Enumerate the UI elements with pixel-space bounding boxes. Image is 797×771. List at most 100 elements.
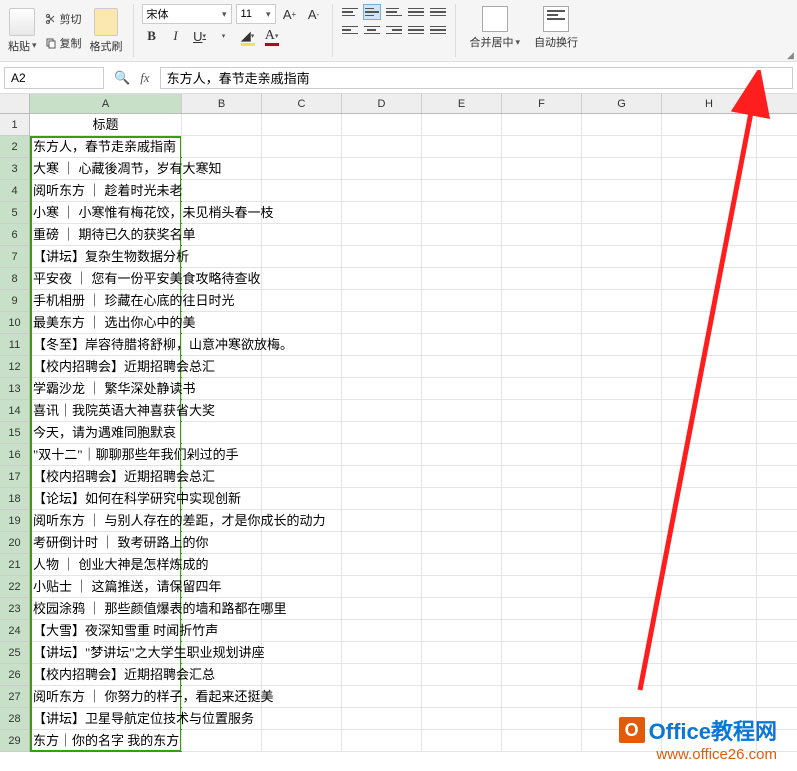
cell[interactable] (582, 598, 662, 619)
cell[interactable] (342, 642, 422, 663)
cell[interactable] (342, 114, 422, 135)
cell[interactable] (502, 686, 582, 707)
cell[interactable] (582, 466, 662, 487)
cell[interactable] (582, 532, 662, 553)
cell[interactable] (342, 576, 422, 597)
column-header[interactable]: D (342, 94, 422, 113)
cell[interactable] (262, 488, 342, 509)
cell[interactable] (502, 510, 582, 531)
cell[interactable]: 最美东方 ｜ 选出你心中的美 (30, 312, 182, 333)
cell[interactable] (582, 400, 662, 421)
fill-color-button[interactable]: ◢▾ (238, 26, 258, 46)
row-header[interactable]: 25 (0, 642, 29, 664)
cell[interactable] (662, 554, 757, 575)
cell[interactable] (342, 246, 422, 267)
row-header[interactable]: 26 (0, 664, 29, 686)
row-header[interactable]: 10 (0, 312, 29, 334)
cell[interactable] (342, 224, 422, 245)
cell[interactable] (662, 664, 757, 685)
cell[interactable] (422, 466, 502, 487)
cell[interactable] (342, 708, 422, 729)
row-header[interactable]: 17 (0, 466, 29, 488)
cell[interactable]: 【校内招聘会】近期招聘会汇总 (30, 664, 182, 685)
row-header[interactable]: 20 (0, 532, 29, 554)
cell[interactable] (262, 422, 342, 443)
italic-button[interactable]: I (166, 26, 186, 46)
cell[interactable] (262, 312, 342, 333)
cell[interactable] (662, 378, 757, 399)
cell[interactable] (422, 686, 502, 707)
cell[interactable] (662, 202, 757, 223)
cell[interactable]: 【讲坛】卫星导航定位技术与位置服务 (30, 708, 182, 729)
cell[interactable] (582, 334, 662, 355)
cell[interactable] (422, 290, 502, 311)
column-header[interactable]: F (502, 94, 582, 113)
search-icon[interactable]: 🔍 (114, 70, 130, 86)
merge-center-button[interactable]: 合并居中▾ (464, 4, 527, 57)
cell[interactable]: 【讲坛】"梦讲坛"之大学生职业规划讲座 (30, 642, 182, 663)
cell[interactable] (582, 642, 662, 663)
cell[interactable] (262, 180, 342, 201)
cell[interactable] (582, 268, 662, 289)
cell[interactable] (342, 444, 422, 465)
cell[interactable] (502, 466, 582, 487)
cell[interactable] (502, 598, 582, 619)
cell[interactable] (422, 708, 502, 729)
cell[interactable] (182, 246, 262, 267)
cell[interactable] (422, 334, 502, 355)
cell[interactable] (662, 488, 757, 509)
cell[interactable] (662, 532, 757, 553)
cell[interactable] (342, 378, 422, 399)
row-header[interactable]: 7 (0, 246, 29, 268)
cell[interactable] (262, 554, 342, 575)
cell[interactable] (262, 378, 342, 399)
cell[interactable]: 校园涂鸦 ｜ 那些颜值爆表的墙和路都在哪里 (30, 598, 182, 619)
cell[interactable]: 小寒 ｜ 小寒惟有梅花饺，未见梢头春一枝 (30, 202, 182, 223)
cell[interactable]: 阅听东方 ｜ 与别人存在的差距，才是你成长的动力 (30, 510, 182, 531)
cell[interactable] (422, 598, 502, 619)
cell[interactable] (582, 554, 662, 575)
cell[interactable] (502, 180, 582, 201)
bold-button[interactable]: B (142, 26, 162, 46)
cell[interactable] (182, 180, 262, 201)
cell[interactable] (582, 664, 662, 685)
cell[interactable] (422, 642, 502, 663)
cell[interactable] (262, 290, 342, 311)
cell[interactable] (502, 378, 582, 399)
row-header[interactable]: 6 (0, 224, 29, 246)
column-header[interactable]: B (182, 94, 262, 113)
cell[interactable] (422, 422, 502, 443)
cell[interactable] (502, 202, 582, 223)
cell[interactable] (422, 378, 502, 399)
cell[interactable]: 大寒 ｜ 心藏後凋节，岁有大寒知 (30, 158, 182, 179)
cell[interactable] (342, 532, 422, 553)
cell[interactable] (182, 730, 262, 751)
cell[interactable] (342, 466, 422, 487)
cell[interactable] (662, 290, 757, 311)
cell[interactable] (422, 444, 502, 465)
row-header[interactable]: 19 (0, 510, 29, 532)
row-header[interactable]: 9 (0, 290, 29, 312)
cell[interactable] (582, 378, 662, 399)
align-right-button[interactable] (385, 22, 403, 38)
decrease-font-button[interactable]: A- (304, 4, 324, 24)
cell[interactable]: 小贴士 ｜ 这篇推送，请保留四年 (30, 576, 182, 597)
cell[interactable] (502, 664, 582, 685)
cell[interactable] (582, 180, 662, 201)
cell[interactable] (342, 730, 422, 751)
cell[interactable] (342, 598, 422, 619)
cell[interactable] (422, 576, 502, 597)
cell[interactable] (422, 202, 502, 223)
column-header[interactable]: H (662, 94, 757, 113)
cell[interactable]: 【论坛】如何在科学研究中实现创新 (30, 488, 182, 509)
cell[interactable] (582, 422, 662, 443)
ribbon-expand-icon[interactable]: ◢ (787, 51, 795, 59)
row-header[interactable]: 11 (0, 334, 29, 356)
format-painter-button[interactable]: 格式刷 (88, 6, 125, 56)
cell[interactable]: 重磅 ｜ 期待已久的获奖名单 (30, 224, 182, 245)
cell[interactable]: 今天，请为遇难同胞默哀 (30, 422, 182, 443)
cell[interactable] (662, 334, 757, 355)
cell[interactable] (422, 158, 502, 179)
cell[interactable] (662, 466, 757, 487)
cell[interactable] (342, 180, 422, 201)
